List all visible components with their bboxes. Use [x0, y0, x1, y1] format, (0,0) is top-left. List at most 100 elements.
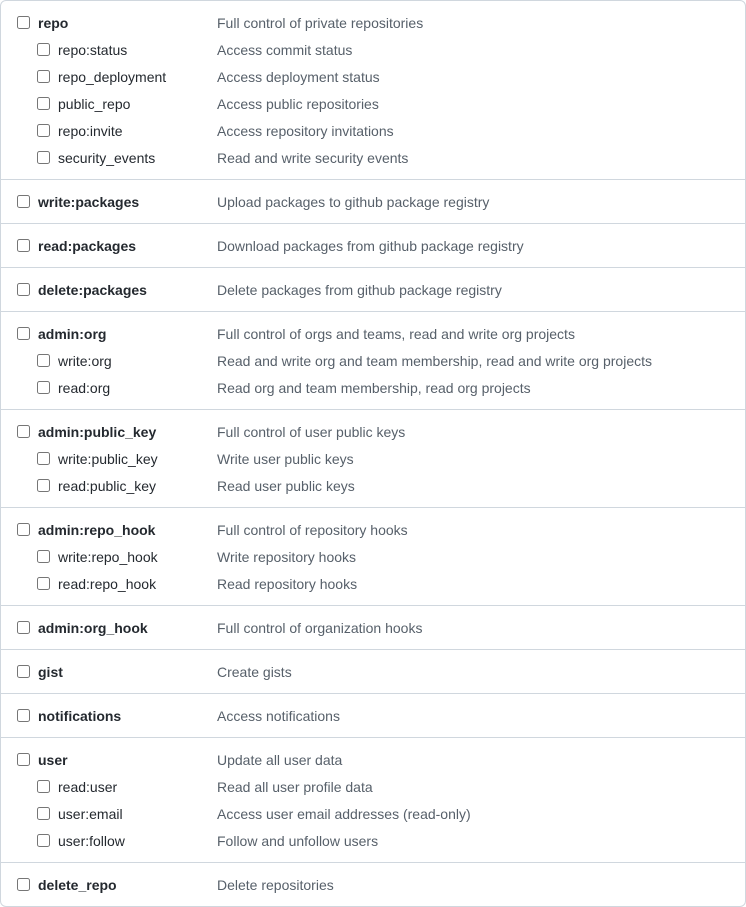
scope-label-col: public_repo: [37, 96, 217, 112]
scope-checkbox-delete-packages[interactable]: [17, 283, 30, 296]
scope-label-col: read:repo_hook: [37, 576, 217, 592]
scope-name: user:follow: [58, 833, 125, 849]
scope-checkbox-repo-deployment[interactable]: [37, 70, 50, 83]
scope-name: delete_repo: [38, 877, 117, 893]
scope-checkbox-public-repo[interactable]: [37, 97, 50, 110]
scope-row: admin:repo_hookFull control of repositor…: [17, 516, 729, 543]
scope-name: delete:packages: [38, 282, 147, 298]
scope-row: userUpdate all user data: [17, 746, 729, 773]
scope-checkbox-read-user[interactable]: [37, 780, 50, 793]
scope-checkbox-gist[interactable]: [17, 665, 30, 678]
scope-checkbox-repo-status[interactable]: [37, 43, 50, 56]
scope-desc: Create gists: [217, 664, 729, 680]
scope-name: read:repo_hook: [58, 576, 156, 592]
scope-label-col: admin:org: [17, 326, 217, 342]
scope-checkbox-repo-invite[interactable]: [37, 124, 50, 137]
scope-checkbox-user-email[interactable]: [37, 807, 50, 820]
scope-row: security_eventsRead and write security e…: [17, 144, 729, 171]
scope-row: user:follow Follow and unfollow users: [17, 827, 729, 854]
scope-group-user: userUpdate all user dataread:userRead al…: [1, 738, 745, 863]
scope-label-col: write:org: [37, 353, 217, 369]
scope-desc: Access notifications: [217, 708, 729, 724]
scope-desc: Full control of repository hooks: [217, 522, 729, 538]
scope-name: repo: [38, 15, 68, 31]
scope-group-write-packages: write:packagesUpload packages to github …: [1, 180, 745, 224]
scope-row: read:repo_hook Read repository hooks: [17, 570, 729, 597]
scope-checkbox-security-events[interactable]: [37, 151, 50, 164]
scope-name: gist: [38, 664, 63, 680]
scope-row: write:public_keyWrite user public keys: [17, 445, 729, 472]
scope-desc: Read user public keys: [217, 478, 729, 494]
scope-row: user:email Access user email addresses (r…: [17, 800, 729, 827]
scope-checkbox-delete-repo[interactable]: [17, 878, 30, 891]
scope-group-notifications: notificationsAccess notifications: [1, 694, 745, 738]
scope-group-admin-org: admin:orgFull control of orgs and teams,…: [1, 312, 745, 410]
scope-row: repo Full control of private repositories: [17, 9, 729, 36]
scope-desc: Read org and team membership, read org p…: [217, 380, 729, 396]
scope-label-col: read:org: [37, 380, 217, 396]
scope-checkbox-notifications[interactable]: [17, 709, 30, 722]
scope-label-col: security_events: [37, 150, 217, 166]
scope-checkbox-read-public-key[interactable]: [37, 479, 50, 492]
scope-row: admin:public_keyFull control of user pub…: [17, 418, 729, 445]
scope-desc: Follow and unfollow users: [217, 833, 729, 849]
scope-group-read-packages: read:packagesDownload packages from gith…: [1, 224, 745, 268]
scope-name: read:user: [58, 779, 117, 795]
scope-desc: Read repository hooks: [217, 576, 729, 592]
scope-desc: Access deployment status: [217, 69, 729, 85]
scope-group-admin-public-key: admin:public_keyFull control of user pub…: [1, 410, 745, 508]
scope-label-col: user:follow: [37, 833, 217, 849]
scope-checkbox-admin-org[interactable]: [17, 327, 30, 340]
scope-label-col: repo: [17, 15, 217, 31]
scope-desc: Access user email addresses (read-only): [217, 806, 729, 822]
scope-row: gist Create gists: [17, 658, 729, 685]
scope-row: write:org Read and write org and team mem…: [17, 347, 729, 374]
scope-group-repo: repo Full control of private repositories…: [1, 1, 745, 180]
scope-checkbox-write-public-key[interactable]: [37, 452, 50, 465]
scopes-list: repo Full control of private repositories…: [0, 0, 746, 907]
scope-checkbox-write-org[interactable]: [37, 354, 50, 367]
scope-desc: Access repository invitations: [217, 123, 729, 139]
scope-name: admin:org: [38, 326, 106, 342]
scope-group-gist: gist Create gists: [1, 650, 745, 694]
scope-label-col: notifications: [17, 708, 217, 724]
scope-row: repo:statusAccess commit status: [17, 36, 729, 63]
scope-label-col: write:packages: [17, 194, 217, 210]
scope-name: write:org: [58, 353, 112, 369]
scope-row: write:repo_hookWrite repository hooks: [17, 543, 729, 570]
scope-checkbox-repo[interactable]: [17, 16, 30, 29]
scope-checkbox-read-repo-hook[interactable]: [37, 577, 50, 590]
scope-desc: Access public repositories: [217, 96, 729, 112]
scope-row: repo_deployment Access deployment status: [17, 63, 729, 90]
scope-row: delete:packagesDelete packages from gith…: [17, 276, 729, 303]
scope-desc: Write user public keys: [217, 451, 729, 467]
scope-row: read:packagesDownload packages from gith…: [17, 232, 729, 259]
scope-desc: Full control of private repositories: [217, 15, 729, 31]
scope-label-col: read:public_key: [37, 478, 217, 494]
scope-label-col: user: [17, 752, 217, 768]
scope-checkbox-user-follow[interactable]: [37, 834, 50, 847]
scope-name: admin:org_hook: [38, 620, 148, 636]
scope-label-col: delete:packages: [17, 282, 217, 298]
scope-group-admin-repo-hook: admin:repo_hookFull control of repositor…: [1, 508, 745, 606]
scope-name: repo_deployment: [58, 69, 166, 85]
scope-checkbox-admin-public-key[interactable]: [17, 425, 30, 438]
scope-checkbox-user[interactable]: [17, 753, 30, 766]
scope-label-col: delete_repo: [17, 877, 217, 893]
scope-desc: Full control of organization hooks: [217, 620, 729, 636]
scope-checkbox-write-repo-hook[interactable]: [37, 550, 50, 563]
scope-checkbox-read-org[interactable]: [37, 381, 50, 394]
scope-checkbox-admin-org-hook[interactable]: [17, 621, 30, 634]
scope-desc: Full control of user public keys: [217, 424, 729, 440]
scope-row: write:packagesUpload packages to github …: [17, 188, 729, 215]
scope-row: delete_repoDelete repositories: [17, 871, 729, 898]
scope-checkbox-read-packages[interactable]: [17, 239, 30, 252]
scope-name: user:email: [58, 806, 123, 822]
scope-desc: Read and write org and team membership, …: [217, 353, 729, 369]
scope-checkbox-write-packages[interactable]: [17, 195, 30, 208]
scope-label-col: admin:public_key: [17, 424, 217, 440]
scope-label-col: repo:status: [37, 42, 217, 58]
scope-row: read:public_keyRead user public keys: [17, 472, 729, 499]
scope-label-col: read:packages: [17, 238, 217, 254]
scope-checkbox-admin-repo-hook[interactable]: [17, 523, 30, 536]
